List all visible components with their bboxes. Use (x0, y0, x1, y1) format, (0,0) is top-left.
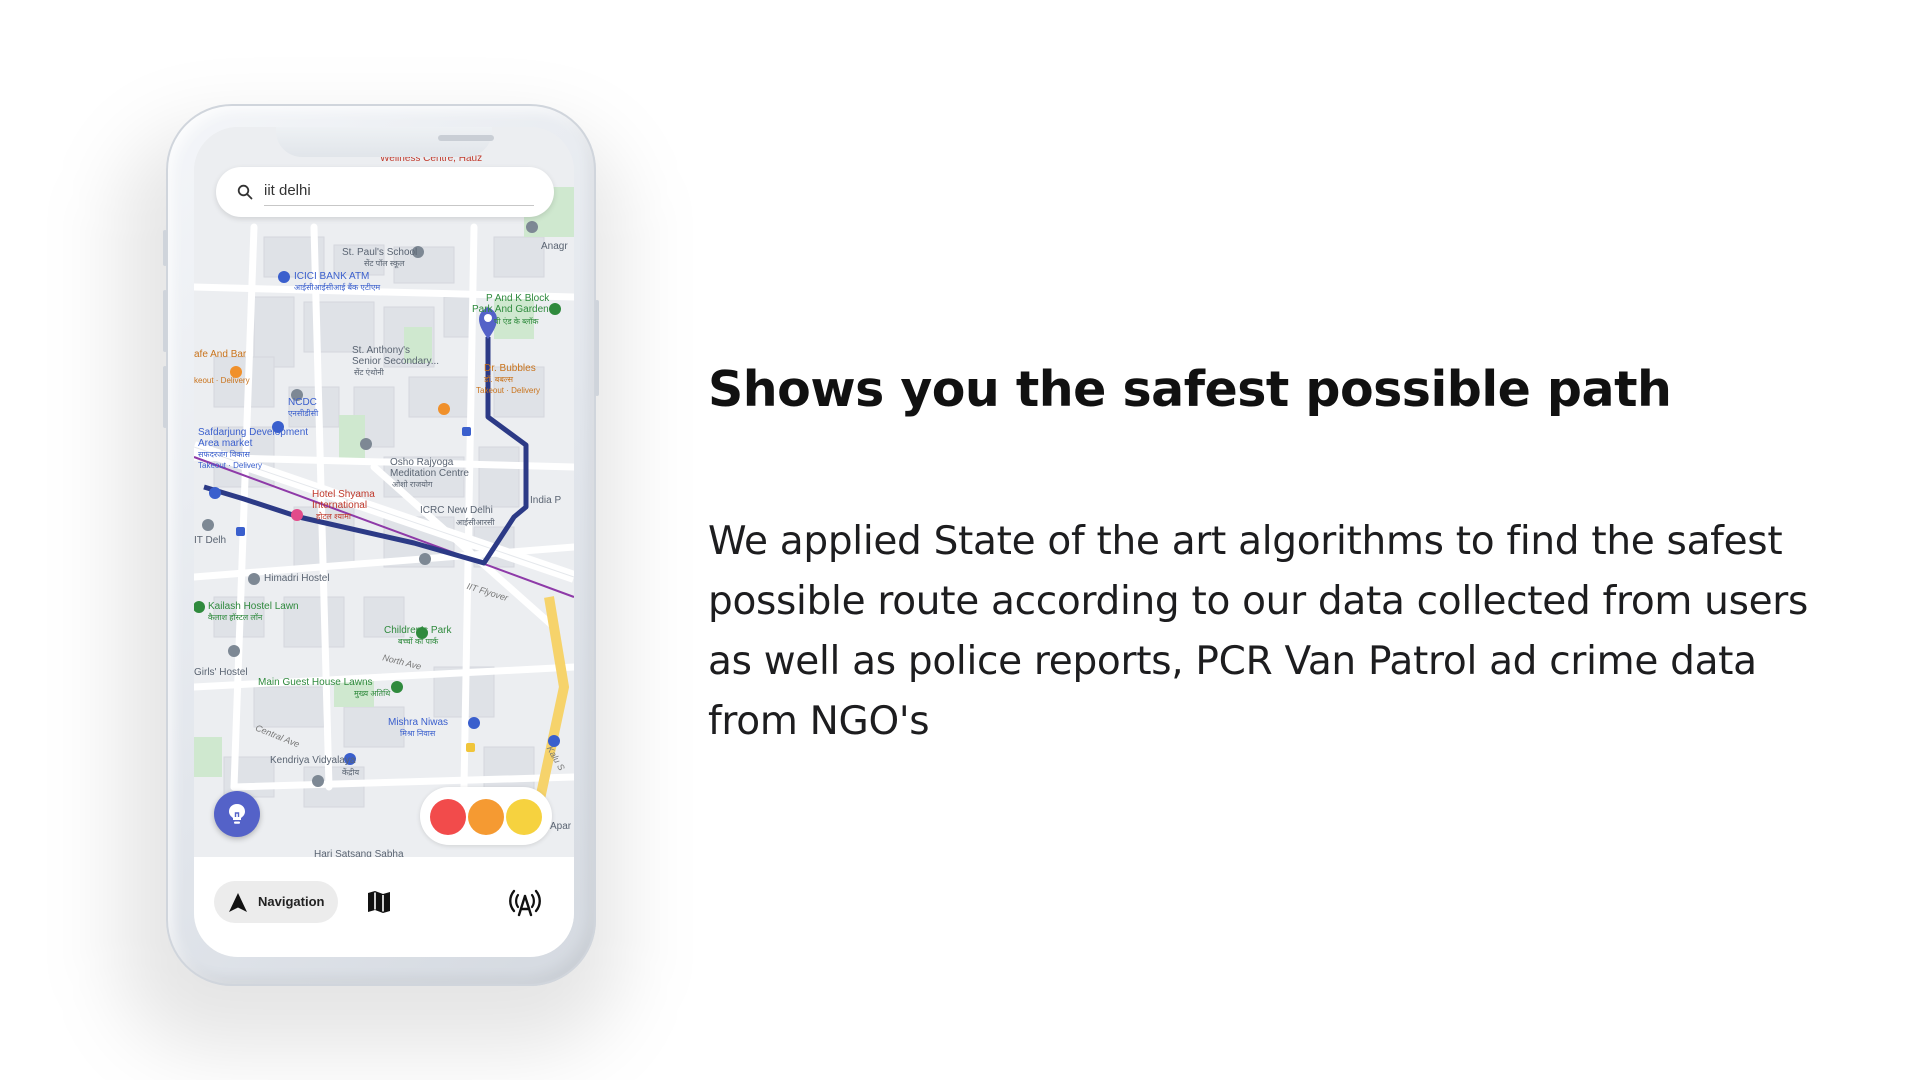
phone-notch (276, 127, 494, 157)
map-label-mishra: Mishra Niwas (388, 717, 449, 728)
map-label-cafe-bar: afe And Bar (194, 349, 247, 360)
map-label-safdarjung-hi: सफदरजंग विकास (198, 450, 250, 459)
map-view[interactable]: sary Wellness Centre, Hauz St. Paul's Sc… (194, 127, 574, 860)
safety-level-yellow[interactable] (506, 799, 542, 835)
bottom-navigation: Navigation (194, 857, 574, 957)
side-button-volume-down (163, 366, 167, 428)
search-bar[interactable]: iit delhi (216, 167, 554, 217)
safety-level-orange[interactable] (468, 799, 504, 835)
side-button-silent (163, 230, 167, 266)
safety-level-selector (420, 787, 552, 845)
map-label-st-pauls: St. Paul's School (342, 247, 418, 258)
map-label-childrens-park: Children's Park (384, 625, 452, 636)
map-label-hotel-shyama-2: International (312, 500, 368, 511)
map-label-ncdc-hi: एनसीडीसी (288, 409, 319, 418)
map-label-mishra-hi: मिश्रा निवास (400, 729, 436, 738)
phone-speaker (438, 135, 494, 141)
map-label-apar: Apar (550, 821, 572, 832)
map-label-osho-hi: ओशो राजयोग (392, 480, 433, 489)
search-icon (237, 184, 253, 200)
map-label-ncdc: NCDC (288, 397, 317, 408)
search-input[interactable]: iit delhi (264, 182, 311, 199)
map-label-girls-hostel: Girls' Hostel (194, 667, 248, 678)
map-label-kendriya-hi: केंद्रीय (342, 768, 360, 777)
map-label-st-pauls-hi: सेंट पॉल स्कूल (364, 259, 405, 268)
search-underline (264, 205, 534, 206)
map-label-safdarjung: Safdarjung Development (198, 427, 309, 438)
navigation-label: Navigation (258, 894, 325, 909)
map-label-iit-left: IT Delh (194, 535, 227, 546)
map-label-india: India P (530, 495, 562, 506)
safety-level-red[interactable] (430, 799, 466, 835)
map-label-kailash: Kailash Hostel Lawn (208, 601, 299, 612)
map-label-dr-bubbles-sub: Takeout · Delivery (476, 386, 541, 395)
map-label-dr-bubbles-hi: डॉ. बबल्स (484, 375, 514, 384)
map-label-safdarjung-2: Area market (198, 438, 253, 449)
map-label-hotel-shyama-hi: होटल श्यामा (316, 512, 351, 521)
map-label-himadri: Himadri Hostel (264, 573, 330, 584)
map-label-safdarjung-sub: Takeout · Delivery (198, 461, 263, 470)
map-label-cafe-takeout: keout · Delivery (194, 376, 250, 385)
map-label-st-anthony: St. Anthony's (352, 345, 411, 356)
map-label-pk-hi: पी एंड के ब्लॉक (494, 317, 539, 326)
map-label-anag: Anagr (541, 241, 568, 252)
map-label-osho-2: Meditation Centre (390, 468, 469, 479)
map-label-st-anthony-2: Senior Secondary... (352, 356, 440, 367)
map-label-kendriya: Kendriya Vidyalaya (270, 755, 356, 766)
map-icon[interactable] (366, 889, 392, 915)
page-description: We applied State of the art algorithms t… (708, 519, 1809, 744)
map-label-icrc: ICRC New Delhi (420, 505, 493, 516)
map-label-pk-block: P And K Block (486, 293, 550, 304)
map-label-hotel-shyama: Hotel Shyama (312, 489, 375, 500)
map-label-icici-hi: आईसीआईसीआई बैंक एटीएम (294, 283, 381, 292)
map-label-main-guest: Main Guest House Lawns (258, 677, 373, 688)
map-label-icici: ICICI BANK ATM (294, 271, 370, 282)
page-headline: Shows you the safest possible path (708, 361, 1672, 418)
radio-tower-icon[interactable] (508, 887, 542, 917)
navigation-tab[interactable]: Navigation (214, 881, 338, 923)
map-label-pk-park: Park And Garden (472, 304, 549, 315)
map-label-kailash-hi: कैलाश हॉस्टल लॉन (208, 613, 263, 622)
safety-tips-button[interactable] (214, 791, 260, 837)
side-button-volume-up (163, 290, 167, 352)
map-label-st-anthony-hi: सेंट एंथोनी (354, 368, 384, 377)
map-label-osho: Osho Rajyoga (390, 457, 454, 468)
map-label-icrc-hi: आईसीआरसी (456, 518, 495, 527)
map-label-childrens-park-hi: बच्चों का पार्क (398, 637, 439, 646)
phone-screen: sary Wellness Centre, Hauz St. Paul's Sc… (194, 127, 574, 957)
side-button-power (595, 300, 599, 396)
lightbulb-icon (229, 804, 245, 824)
navigation-arrow-icon (229, 893, 247, 912)
map-label-main-guest-hi: मुख्य अतिथि (354, 689, 391, 698)
map-canvas (194, 127, 574, 857)
map-label-dr-bubbles: Dr. Bubbles (484, 363, 536, 374)
